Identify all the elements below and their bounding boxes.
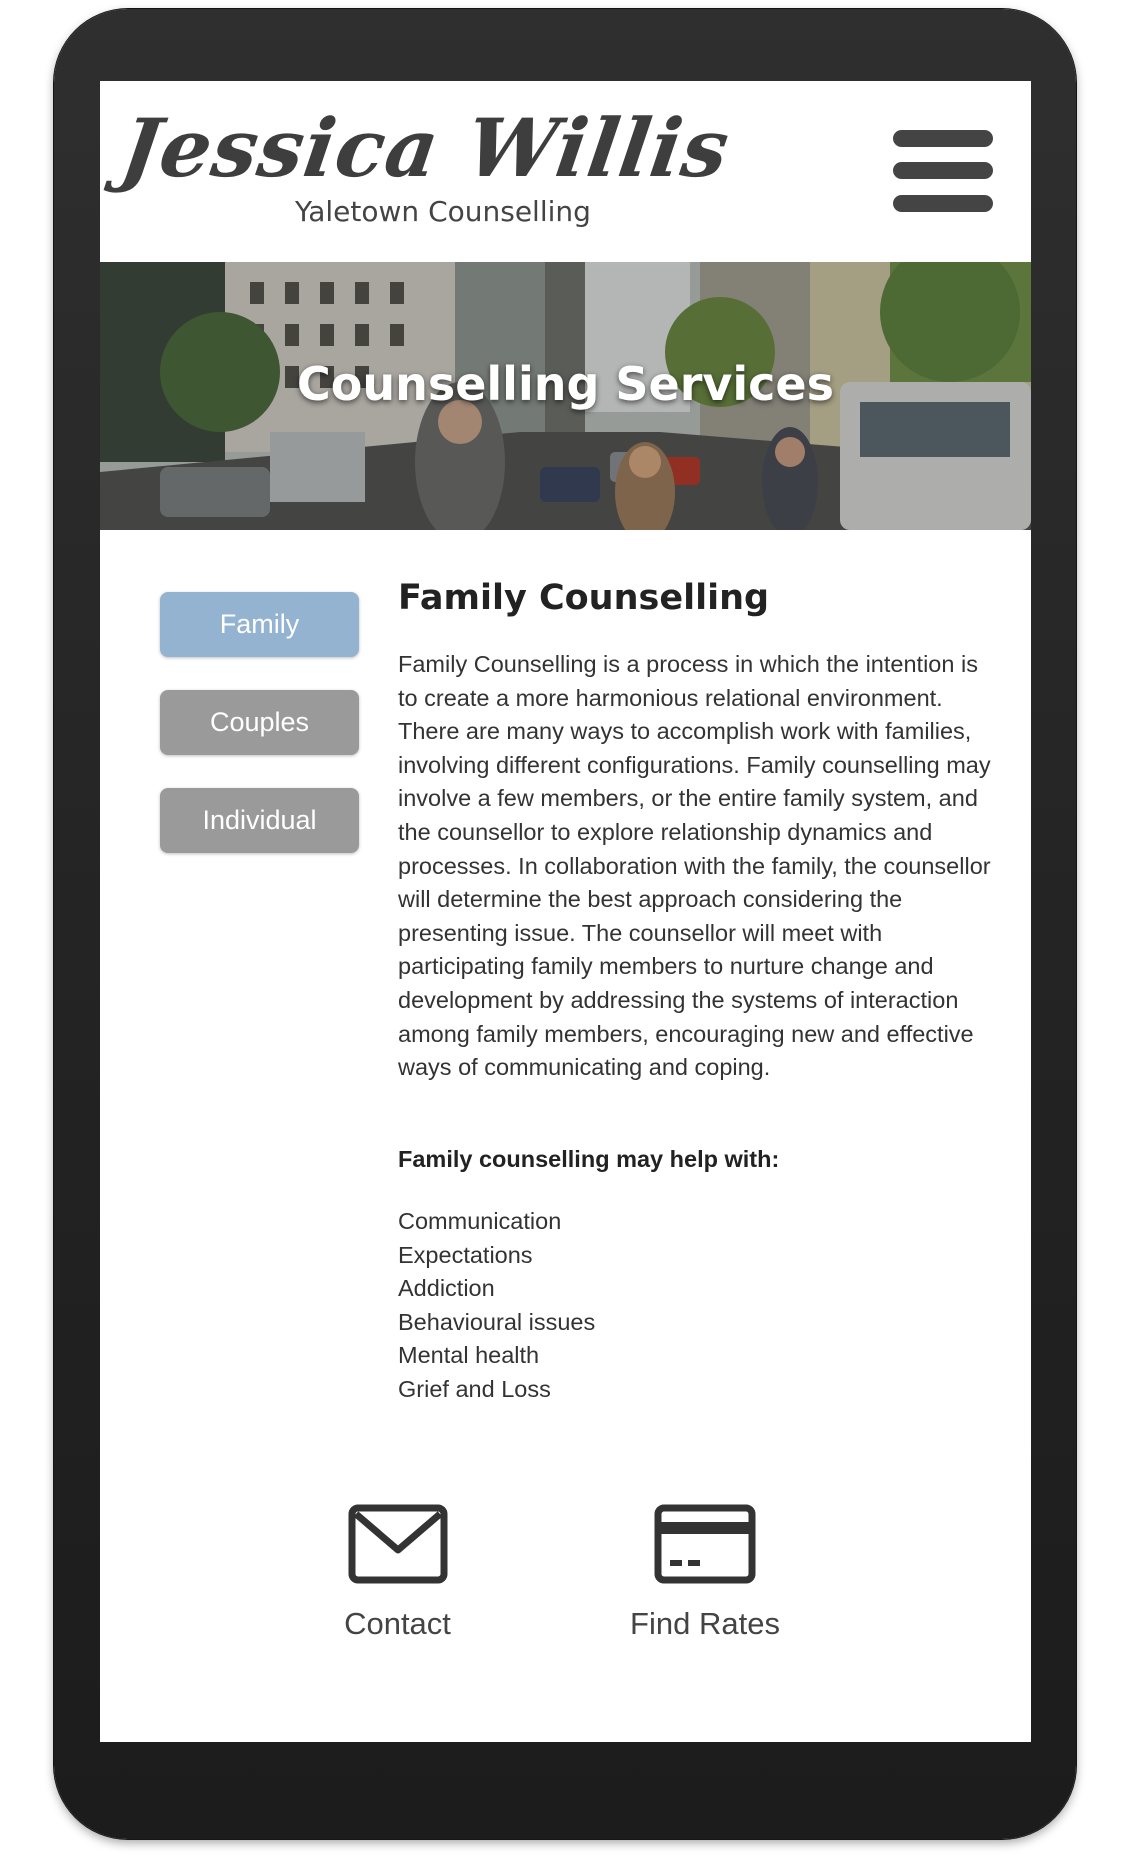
screen: Jessica Willis Yaletown Counselling Coun… xyxy=(100,81,1031,1742)
list-item: Grief and Loss xyxy=(398,1375,551,1402)
tab-individual[interactable]: Individual xyxy=(160,788,359,853)
section-title: Family Counselling xyxy=(398,578,770,618)
hero-title: Counselling Services xyxy=(296,357,835,411)
contact-button[interactable]: Contact xyxy=(315,1504,480,1642)
brand-name[interactable]: Jessica Willis xyxy=(115,101,735,195)
list-item: Addiction xyxy=(398,1275,495,1302)
menu-bar xyxy=(893,130,993,147)
menu-bar xyxy=(893,195,993,212)
hamburger-menu-icon[interactable] xyxy=(893,130,993,212)
site-header: Jessica Willis Yaletown Counselling xyxy=(100,81,1031,262)
find-rates-label: Find Rates xyxy=(630,1606,780,1641)
help-heading: Family counselling may help with: xyxy=(398,1146,780,1172)
find-rates-button[interactable]: Find Rates xyxy=(610,1504,800,1642)
contact-label: Contact xyxy=(344,1606,451,1641)
list-item: Behavioural issues xyxy=(398,1308,596,1335)
list-item: Communication xyxy=(398,1208,562,1234)
brand-subtitle: Yaletown Counselling xyxy=(295,195,591,228)
section-description: Family Counselling is a process in which… xyxy=(398,651,991,1081)
menu-bar xyxy=(893,162,993,179)
envelope-icon xyxy=(348,1504,447,1584)
tab-family[interactable]: Family xyxy=(160,592,359,657)
help-list: Communication Expectations Addiction Beh… xyxy=(398,1205,595,1407)
list-item: Expectations xyxy=(398,1241,533,1268)
hero-banner: Counselling Services xyxy=(100,262,1031,530)
tab-couples[interactable]: Couples xyxy=(160,690,359,755)
credit-card-icon xyxy=(654,1504,756,1584)
list-item: Mental health xyxy=(398,1342,540,1369)
